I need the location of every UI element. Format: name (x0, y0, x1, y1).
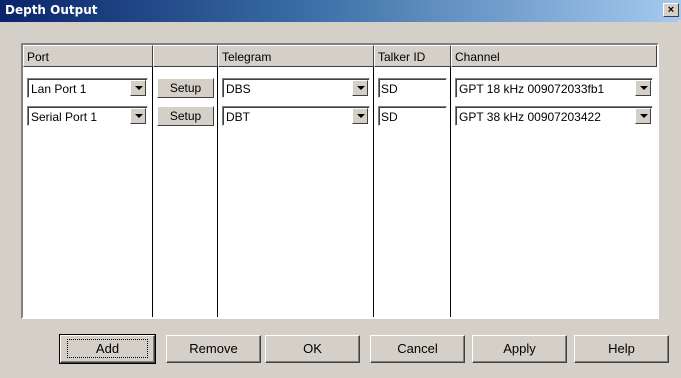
column-header-telegram[interactable]: Telegram (218, 45, 374, 67)
column-header-channel[interactable]: Channel (451, 45, 657, 67)
channel-value: GPT 18 kHz 009072033fb1 (459, 82, 605, 96)
table-row: Serial Port 1 Setup DBT SD GPT 38 kHz 00… (23, 106, 657, 128)
ok-button[interactable]: OK (265, 335, 360, 363)
chevron-down-icon[interactable] (635, 108, 651, 124)
chevron-down-icon[interactable] (352, 108, 368, 124)
port-select[interactable]: Lan Port 1 (27, 78, 148, 98)
column-header-talker-id[interactable]: Talker ID (374, 45, 451, 67)
setup-button[interactable]: Setup (157, 106, 214, 126)
port-value: Lan Port 1 (31, 82, 87, 96)
chevron-down-icon[interactable] (130, 108, 146, 124)
column-header-setup[interactable] (153, 45, 218, 67)
remove-button[interactable]: Remove (166, 335, 261, 363)
depth-output-table: Port Telegram Talker ID Channel Lan Port… (21, 43, 659, 319)
telegram-value: DBT (226, 110, 250, 124)
apply-button[interactable]: Apply (472, 335, 567, 363)
column-header-port[interactable]: Port (23, 45, 153, 67)
channel-select[interactable]: GPT 38 kHz 00907203422 (455, 106, 653, 126)
chevron-down-icon[interactable] (130, 80, 146, 96)
close-icon: × (667, 4, 675, 16)
chevron-down-icon[interactable] (635, 80, 651, 96)
chevron-down-icon[interactable] (352, 80, 368, 96)
telegram-select[interactable]: DBT (222, 106, 370, 126)
cancel-button[interactable]: Cancel (370, 335, 465, 363)
help-button[interactable]: Help (574, 335, 669, 363)
add-button[interactable]: Add (59, 334, 156, 364)
talker-id-input[interactable]: SD (378, 78, 447, 98)
table-header: Port Telegram Talker ID Channel (23, 45, 657, 67)
table-row: Lan Port 1 Setup DBS SD GPT 18 kHz 00907… (23, 78, 657, 100)
telegram-select[interactable]: DBS (222, 78, 370, 98)
talker-id-input[interactable]: SD (378, 106, 447, 126)
telegram-value: DBS (226, 82, 251, 96)
channel-select[interactable]: GPT 18 kHz 009072033fb1 (455, 78, 653, 98)
port-value: Serial Port 1 (31, 110, 98, 124)
title-bar: Depth Output × (0, 0, 681, 22)
window-title: Depth Output (5, 3, 98, 17)
add-button-label: Add (66, 339, 149, 358)
channel-value: GPT 38 kHz 00907203422 (459, 110, 601, 124)
close-button[interactable]: × (663, 3, 679, 17)
port-select[interactable]: Serial Port 1 (27, 106, 148, 126)
setup-button[interactable]: Setup (157, 78, 214, 98)
